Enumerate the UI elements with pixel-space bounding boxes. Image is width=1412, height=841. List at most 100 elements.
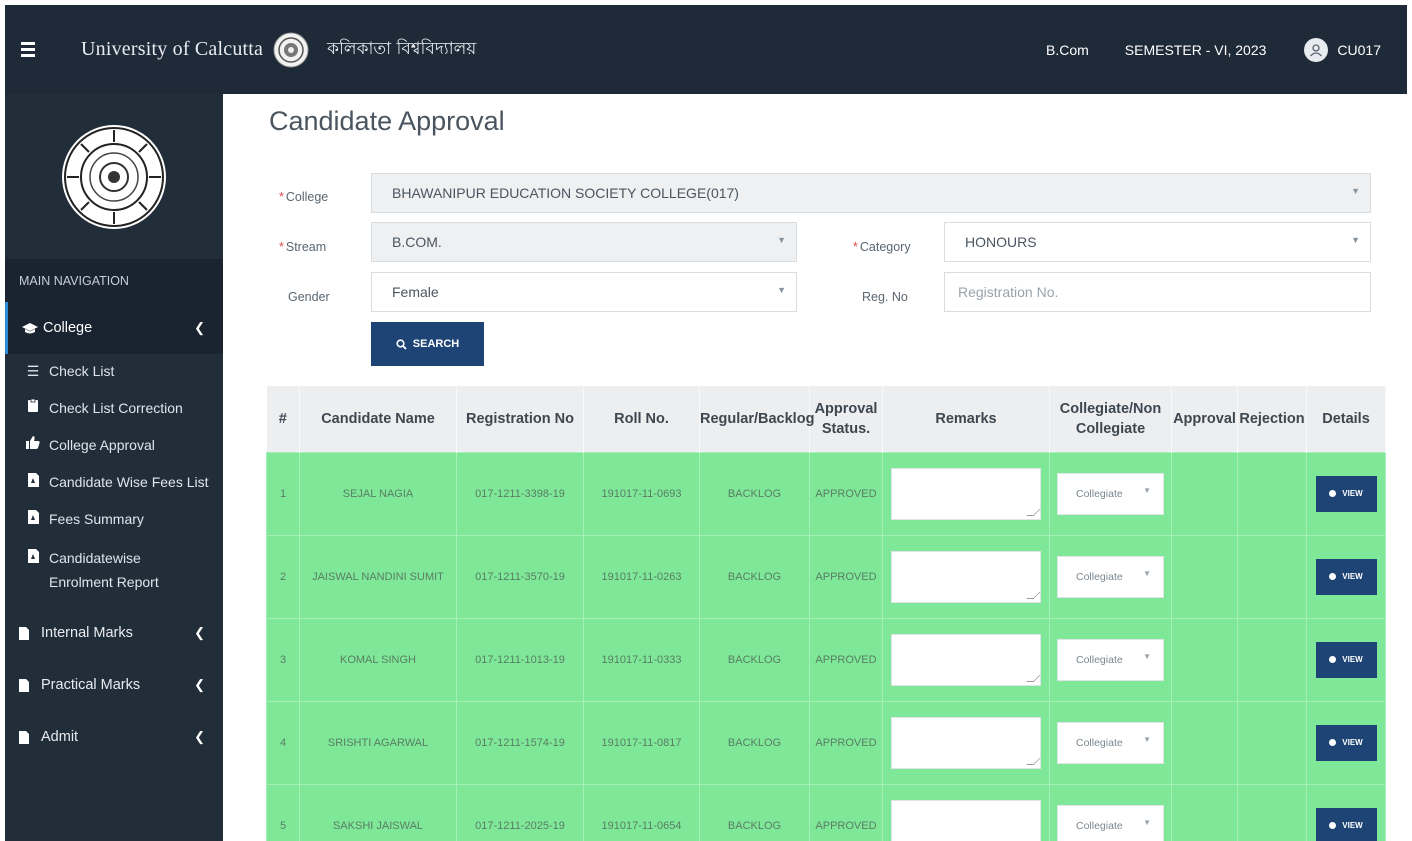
candidate-table: # Candidate Name Registration No Roll No… [266, 386, 1386, 841]
col-details: Details [1306, 386, 1386, 452]
view-button-label: VIEW [1342, 821, 1363, 830]
rejection-cell [1237, 783, 1307, 841]
pdf-file-icon [25, 473, 41, 487]
file-icon [19, 626, 33, 640]
regular-backlog: BACKLOG [699, 700, 810, 785]
col-remarks: Remarks [882, 386, 1050, 452]
table-row: 4 SRISHTI AGARWAL 017-1211-1574-19 19101… [266, 700, 1386, 785]
dropdown-caret-icon: ▼ [1143, 651, 1151, 661]
approval-cell [1171, 451, 1238, 536]
university-seal-icon [273, 32, 309, 67]
collegiate-value: Collegiate [1076, 487, 1123, 500]
candidate-name: SAKSHI JAISWAL [299, 783, 457, 841]
candidate-name: SEJAL NAGIA [299, 451, 457, 536]
collegiate-select[interactable]: Collegiate ▼ [1057, 555, 1164, 598]
approval-status: APPROVED [809, 783, 883, 841]
regular-backlog: BACKLOG [699, 783, 810, 841]
college-select[interactable]: BHAWANIPUR EDUCATION SOCIETY COLLEGE(017… [371, 173, 1371, 213]
remarks-textarea[interactable] [891, 550, 1041, 603]
col-rejection: Rejection [1237, 386, 1307, 452]
col-collegiate: Collegiate/Non Collegiate [1049, 386, 1172, 452]
view-button[interactable]: VIEW [1315, 724, 1377, 761]
reg-no-input[interactable]: Registration No. [944, 272, 1371, 312]
pdf-file-icon [25, 510, 41, 524]
sidebar-subitem-label: Fees Summary [49, 511, 144, 527]
remarks-textarea[interactable] [891, 467, 1041, 520]
sidebar-subitem-label: Candidate Wise Fees List [49, 474, 209, 490]
roll-no: 191017-11-0817 [583, 700, 700, 785]
remarks-textarea[interactable] [891, 799, 1041, 841]
chevron-left-icon: ❮ [194, 729, 205, 744]
dropdown-caret-icon: ▼ [1143, 568, 1151, 578]
eye-icon [1329, 656, 1337, 663]
stream-label: * Stream [279, 240, 327, 254]
sidebar-subitem-college-approval[interactable]: College Approval [5, 436, 223, 473]
approval-cell [1171, 534, 1238, 619]
sidebar-item-label: College [43, 320, 93, 336]
menu-toggle-icon[interactable] [21, 42, 35, 57]
approval-status: APPROVED [809, 700, 883, 785]
dropdown-caret-icon: ▼ [1351, 235, 1360, 245]
sidebar-item-college[interactable]: College ❮ [5, 302, 223, 354]
file-icon [19, 678, 33, 692]
category-value: HONOURS [965, 234, 1037, 250]
graduation-cap-icon [22, 322, 40, 334]
collegiate-select[interactable]: Collegiate ▼ [1057, 721, 1164, 764]
dropdown-caret-icon: ▼ [777, 285, 786, 295]
row-num: 1 [266, 451, 300, 536]
col-roll-no: Roll No. [583, 386, 700, 452]
sidebar-subitem-fees-summary[interactable]: Fees Summary [5, 510, 223, 547]
collegiate-value: Collegiate [1076, 570, 1123, 583]
remarks-textarea[interactable] [891, 633, 1041, 686]
sidebar-subitem-candidatewise-enrolment-report[interactable]: Candidatewise Enrolment Report [5, 547, 223, 607]
approval-status: APPROVED [809, 451, 883, 536]
candidate-name: SRISHTI AGARWAL [299, 700, 457, 785]
pdf-file-icon [25, 549, 41, 563]
sidebar-item-practical-marks[interactable]: Practical Marks ❮ [5, 659, 223, 711]
collegiate-select[interactable]: Collegiate ▼ [1057, 804, 1164, 841]
search-button[interactable]: SEARCH [371, 322, 484, 366]
stream-value: B.COM. [392, 234, 442, 250]
registration-no: 017-1211-2025-19 [456, 783, 584, 841]
thumbs-up-icon [25, 436, 41, 449]
gender-select[interactable]: Female ▼ [371, 272, 797, 312]
eye-icon [1329, 822, 1337, 829]
row-num: 3 [266, 617, 300, 702]
view-button[interactable]: VIEW [1315, 475, 1377, 512]
sidebar-item-internal-marks[interactable]: Internal Marks ❮ [5, 607, 223, 659]
roll-no: 191017-11-0263 [583, 534, 700, 619]
semester-label: SEMESTER - VI, 2023 [1124, 41, 1267, 58]
sidebar-item-admit[interactable]: Admit ❮ [5, 711, 223, 763]
user-name[interactable]: CU017 [1337, 42, 1381, 58]
sidebar-subitem-check-list-correction[interactable]: Check List Correction [5, 399, 223, 436]
dropdown-caret-icon: ▼ [777, 235, 786, 245]
stream-select[interactable]: B.COM. ▼ [371, 222, 797, 262]
table-row: 1 SEJAL NAGIA 017-1211-3398-19 191017-11… [266, 451, 1386, 536]
table-row: 5 SAKSHI JAISWAL 017-1211-2025-19 191017… [266, 783, 1386, 841]
row-num: 5 [266, 783, 300, 841]
eye-icon [1329, 739, 1337, 746]
collegiate-select[interactable]: Collegiate ▼ [1057, 638, 1164, 681]
user-avatar-icon[interactable] [1304, 37, 1329, 62]
view-button[interactable]: VIEW [1315, 807, 1377, 841]
row-num: 2 [266, 534, 300, 619]
course-label: B.Com [1046, 41, 1089, 58]
page-title: Candidate Approval [269, 106, 505, 136]
sidebar-subitem-check-list[interactable]: ☰ Check List [5, 362, 223, 399]
view-button-label: VIEW [1342, 489, 1363, 498]
list-icon: ☰ [26, 363, 40, 379]
collegiate-select[interactable]: Collegiate ▼ [1057, 472, 1164, 515]
search-button-label: SEARCH [412, 338, 460, 350]
remarks-textarea[interactable] [891, 716, 1041, 769]
sidebar-subitem-label: Candidatewise Enrolment Report [49, 550, 159, 590]
chevron-left-icon: ❮ [194, 320, 205, 335]
category-select[interactable]: HONOURS ▼ [944, 222, 1371, 262]
main-navigation-header: MAIN NAVIGATION [5, 259, 223, 302]
rejection-cell [1237, 700, 1307, 785]
sidebar-subitem-candidate-wise-fees-list[interactable]: Candidate Wise Fees List [5, 473, 223, 510]
regular-backlog: BACKLOG [699, 451, 810, 536]
chevron-left-icon: ❮ [194, 625, 205, 640]
regular-backlog: BACKLOG [699, 617, 810, 702]
view-button[interactable]: VIEW [1315, 641, 1377, 678]
view-button[interactable]: VIEW [1315, 558, 1377, 595]
